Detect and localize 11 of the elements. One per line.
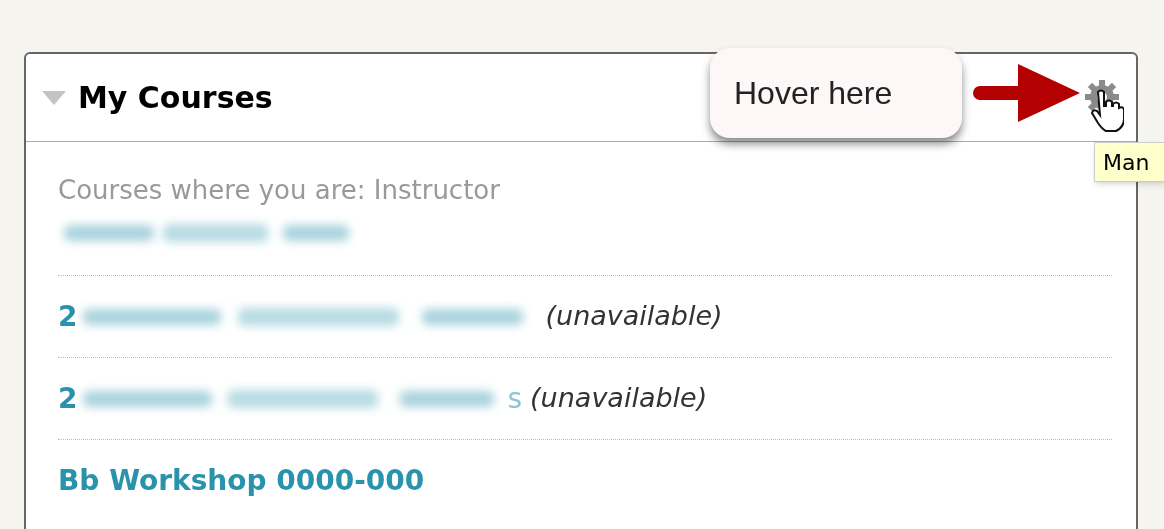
tooltip: Man xyxy=(1094,142,1164,182)
hand-cursor-icon xyxy=(1090,88,1124,132)
course-link[interactable]: 2 xyxy=(58,295,78,338)
callout-bubble: Hover here xyxy=(710,48,962,138)
role-heading: Courses where you are: Instructor xyxy=(58,174,501,206)
unavailable-label: (unavailable) xyxy=(545,299,723,334)
course-link[interactable]: 2 xyxy=(58,377,78,420)
panel-title: My Courses xyxy=(78,79,273,117)
unavailable-label: (unavailable) xyxy=(530,381,708,416)
course-link[interactable]: s xyxy=(507,377,523,420)
course-link[interactable]: Bb Workshop 0000-000 xyxy=(58,460,425,502)
